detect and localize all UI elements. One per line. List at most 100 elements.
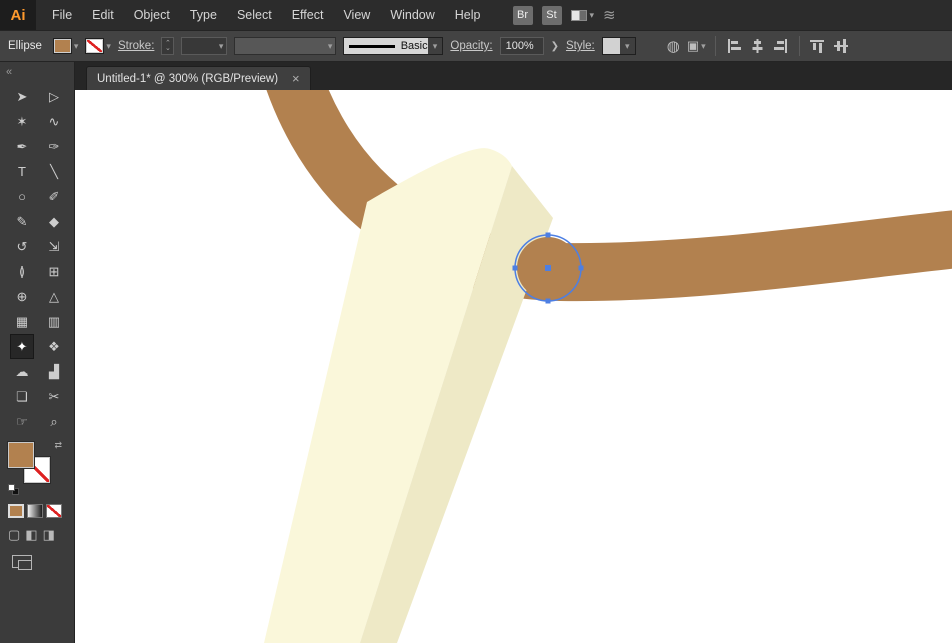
document-tab[interactable]: Untitled-1* @ 300% (RGB/Preview) × [86,66,311,90]
menu-object[interactable]: Object [124,0,180,30]
change-screen-mode-icon[interactable] [12,555,32,570]
ellipse-tool-icon: ○ [18,189,26,204]
menu-help[interactable]: Help [445,0,491,30]
width-tool[interactable]: ≬ [10,259,34,284]
combo-arrow-segment: ▾ [619,38,635,54]
collapse-panel-icon[interactable]: « [0,62,74,78]
magic-wand-tool[interactable]: ✶ [10,109,34,134]
menu-select[interactable]: Select [227,0,282,30]
free-transform-tool-icon: ⊞ [48,264,60,279]
swap-fill-stroke-icon[interactable]: ⇄ [54,440,62,451]
blend-tool[interactable]: ❖ [42,334,66,359]
none-button[interactable] [46,504,62,518]
scale-tool[interactable]: ⇲ [42,234,66,259]
ellipse-tool[interactable]: ○ [10,184,34,209]
zoom-tool[interactable]: ⌕ [42,409,66,434]
opacity-value: 100% [505,40,534,52]
document-tab-title: Untitled-1* @ 300% (RGB/Preview) [97,72,279,85]
menu-window[interactable]: Window [380,0,444,30]
fill-stroke-indicator: ⇄ [7,440,62,496]
selection-tool[interactable]: ➤ [10,84,34,109]
shape-builder-tool[interactable]: ⊕ [10,284,34,309]
handle-center[interactable] [545,265,551,271]
opacity-label[interactable]: Opacity: [450,40,492,52]
app-logo: Ai [0,0,36,30]
horizontal-align-center-icon [752,39,763,53]
mesh-tool-icon: ▦ [15,314,29,329]
fill-proxy-swatch[interactable] [7,441,35,469]
style-label[interactable]: Style: [566,40,595,52]
handle-bottom[interactable] [545,298,551,304]
recolor-artwork-icon[interactable]: ◍ [667,37,680,55]
eraser-tool[interactable]: ◆ [42,209,66,234]
vertical-align-center-icon [833,39,848,53]
curvature-tool[interactable]: ✑ [42,134,66,159]
draw-behind-icon[interactable]: ◧ [25,527,37,543]
menu-file[interactable]: File [42,0,82,30]
line-segment-tool[interactable]: ╲ [42,159,66,184]
style-combo[interactable]: ▾ [601,37,636,55]
gradient-button[interactable] [27,504,43,518]
eyedropper-tool[interactable]: ✦ [10,334,34,359]
vertical-align-top-button[interactable] [809,38,826,54]
stroke-weight-combo[interactable]: ▾ [181,37,228,55]
artboard-canvas[interactable] [75,90,952,643]
mesh-tool[interactable]: ▦ [10,309,34,334]
isolate-object-button[interactable]: ▣ ▾ [687,38,706,54]
menu-edit[interactable]: Edit [82,0,124,30]
stroke-none-swatch-icon [85,38,105,54]
separator [798,36,800,56]
handle-right[interactable] [578,265,584,271]
horizontal-align-right-button[interactable] [773,38,790,54]
stroke-color-dropdown[interactable]: ▾ [85,38,111,54]
rotate-tool[interactable]: ↺ [10,234,34,259]
free-transform-tool[interactable]: ⊞ [42,259,66,284]
draw-normal-icon[interactable]: ▢ [8,527,20,543]
stroke-weight-label[interactable]: Stroke: [118,40,154,52]
fill-color-dropdown[interactable]: ▾ [52,38,78,54]
selection-tool-icon: ➤ [16,89,28,104]
handle-top[interactable] [545,232,551,238]
vertical-align-center-button[interactable] [833,38,850,54]
opacity-dropdown-arrow-icon[interactable]: ❯ [551,41,559,52]
pencil-tool-icon: ✎ [16,214,28,229]
lasso-tool[interactable]: ∿ [42,109,66,134]
pencil-tool[interactable]: ✎ [10,209,34,234]
brush-definition-combo[interactable]: Basic ▾ [343,37,444,55]
stroke-weight-stepper[interactable]: ⌃ ⌄ [161,37,175,55]
gradient-tool[interactable]: ▥ [42,309,66,334]
zoom-tool-icon: ⌕ [50,414,58,429]
hand-tool[interactable]: ☞ [10,409,34,434]
chevron-down-icon: ▾ [701,40,706,51]
paintbrush-tool[interactable]: ✐ [42,184,66,209]
perspective-grid-tool[interactable]: △ [42,284,66,309]
draw-inside-icon[interactable]: ◨ [43,527,55,543]
color-button[interactable] [8,504,24,518]
direct-selection-tool[interactable]: ▷ [42,84,66,109]
curvature-tool-icon: ✑ [48,139,60,154]
symbol-sprayer-tool[interactable]: ☁ [10,359,34,384]
menu-type[interactable]: Type [180,0,227,30]
horizontal-align-center-button[interactable] [749,38,766,54]
gesture-icon[interactable]: ≋ [603,6,616,24]
menu-bar: Ai File Edit Object Type Select Effect View Win… [0,0,952,30]
slice-tool[interactable]: ✂ [42,384,66,409]
close-icon[interactable]: × [292,72,300,85]
menu-effect[interactable]: Effect [282,0,334,30]
workspace-switcher-button[interactable]: ▾ [570,9,594,21]
variable-width-profile-combo[interactable]: ▾ [234,37,337,55]
brushes-badge[interactable]: Br [512,5,533,25]
lasso-tool-icon: ∿ [48,114,60,129]
column-graph-tool[interactable]: ▟ [42,359,66,384]
artboard-tool[interactable]: ❏ [10,384,34,409]
brush-stroke-preview [349,44,395,48]
menu-view[interactable]: View [333,0,380,30]
graphic-styles-badge[interactable]: St [541,5,562,25]
pen-tool[interactable]: ✒ [10,134,34,159]
stepper-down-icon[interactable]: ⌄ [165,45,171,52]
opacity-field[interactable]: 100% [499,37,544,55]
horizontal-align-left-button[interactable] [725,38,742,54]
default-fill-stroke-icon[interactable] [8,484,22,496]
type-tool[interactable]: T [10,159,34,184]
handle-left[interactable] [512,265,518,271]
